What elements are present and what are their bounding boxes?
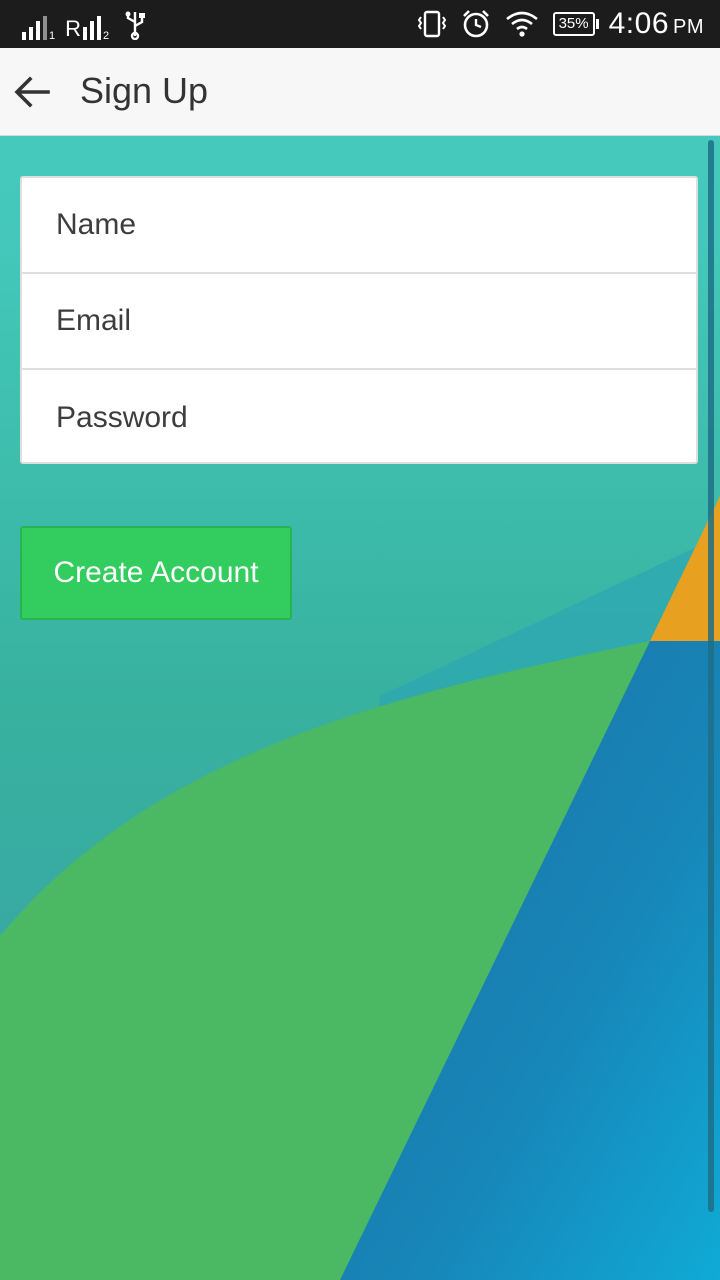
clock: 4:06 PM (609, 7, 704, 41)
signup-form (20, 176, 698, 464)
page-title: Sign Up (80, 70, 209, 111)
password-field-row (22, 370, 696, 466)
wifi-icon (505, 11, 538, 37)
back-button[interactable] (12, 72, 52, 112)
name-field[interactable] (54, 207, 696, 243)
battery-icon: 35% (552, 12, 599, 36)
roaming-indicator: R (65, 16, 82, 41)
signal-icon (22, 14, 47, 40)
clock-ampm: PM (673, 16, 704, 38)
sim1-index: 1 (49, 30, 56, 42)
app-bar: Sign Up (0, 48, 720, 136)
status-bar: 1 R 2 35% 4:06 PM (0, 0, 720, 48)
name-field-row (22, 178, 696, 274)
usb-icon (125, 11, 146, 40)
email-field[interactable] (54, 303, 696, 339)
sim2-index: 2 (103, 30, 110, 42)
content-area: Create Account (0, 136, 720, 1280)
scrollbar[interactable] (708, 140, 714, 1212)
email-field-row (22, 274, 696, 370)
vibrate-icon (417, 10, 446, 38)
back-arrow-icon (14, 76, 50, 108)
status-left: 1 R 2 (22, 8, 147, 42)
status-right: 35% 4:06 PM (417, 6, 704, 42)
clock-time: 4:06 (608, 7, 669, 40)
create-account-button[interactable]: Create Account (20, 526, 292, 620)
alarm-icon (462, 10, 489, 38)
password-field[interactable] (54, 400, 696, 436)
roaming-signal-icon (83, 14, 102, 40)
